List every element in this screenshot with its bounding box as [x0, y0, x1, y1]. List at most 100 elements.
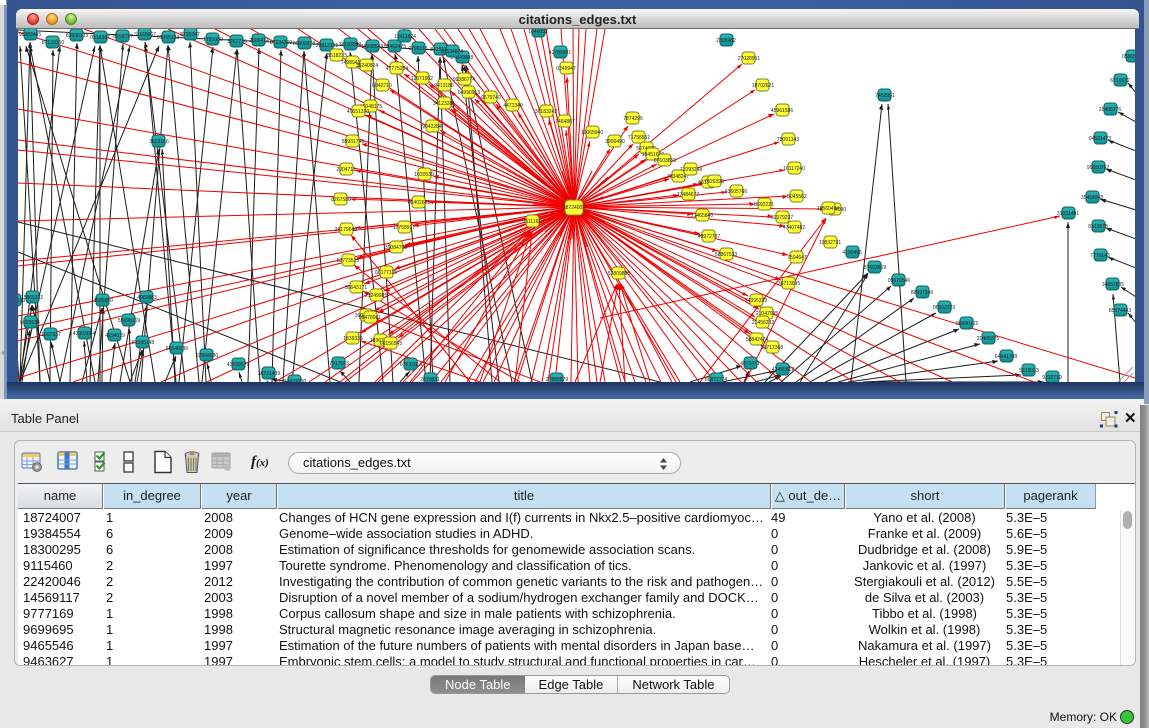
- svg-text:6716572: 6716572: [1110, 78, 1130, 84]
- svg-text:69379237: 69379237: [771, 215, 793, 221]
- svg-text:43455812: 43455812: [772, 367, 794, 373]
- svg-text:7111161: 7111161: [523, 219, 542, 225]
- svg-text:1839335: 1839335: [343, 336, 363, 342]
- svg-text:1781080: 1781080: [203, 37, 223, 43]
- svg-text:0799118: 0799118: [408, 46, 427, 52]
- svg-text:9042284: 9042284: [422, 124, 442, 130]
- svg-text:27484677: 27484677: [677, 192, 699, 198]
- svg-text:16560494: 16560494: [817, 206, 839, 212]
- svg-text:4471349: 4471349: [503, 103, 523, 109]
- svg-text:8299737: 8299737: [113, 34, 133, 40]
- svg-text:66156545: 66156545: [380, 341, 402, 347]
- svg-text:12411824: 12411824: [394, 34, 416, 40]
- svg-text:53462475: 53462475: [384, 44, 406, 50]
- svg-text:36183242: 36183242: [535, 109, 557, 115]
- svg-text:58867533: 58867533: [715, 252, 737, 258]
- svg-text:87234309: 87234309: [270, 40, 292, 46]
- svg-text:64641708: 64641708: [995, 354, 1017, 360]
- svg-text:83930103: 83930103: [66, 33, 88, 39]
- svg-text:4294019: 4294019: [105, 333, 125, 339]
- svg-text:31165667: 31165667: [134, 32, 156, 38]
- svg-text:3267736: 3267736: [227, 39, 247, 45]
- svg-text:36193990: 36193990: [339, 42, 361, 48]
- svg-text:7770143: 7770143: [1090, 253, 1110, 259]
- svg-text:13433200: 13433200: [284, 379, 306, 382]
- svg-text:7874296: 7874296: [623, 116, 643, 122]
- svg-text:62994680: 62994680: [196, 353, 218, 359]
- svg-text:99650752: 99650752: [1087, 165, 1109, 171]
- svg-text:80500978: 80500978: [293, 41, 315, 47]
- svg-text:16998543: 16998543: [361, 44, 383, 50]
- svg-text:53773515: 53773515: [337, 258, 359, 264]
- svg-text:64990913: 64990913: [458, 90, 480, 96]
- svg-text:21249985: 21249985: [365, 293, 387, 299]
- svg-text:9232719: 9232719: [1042, 375, 1062, 381]
- svg-text:43303654: 43303654: [73, 331, 95, 337]
- svg-text:94531473: 94531473: [1089, 136, 1111, 142]
- svg-text:71756551: 71756551: [628, 135, 650, 141]
- svg-text:1607337: 1607337: [41, 332, 61, 338]
- svg-text:43699577: 43699577: [227, 362, 249, 368]
- svg-text:21456232: 21456232: [752, 320, 774, 326]
- svg-text:09670546: 09670546: [888, 278, 910, 284]
- svg-text:7594647: 7594647: [787, 255, 807, 261]
- svg-text:06990162: 06990162: [956, 321, 978, 327]
- svg-text:93534874: 93534874: [441, 49, 463, 55]
- svg-text:55698169: 55698169: [118, 318, 140, 324]
- svg-text:96383465: 96383465: [19, 32, 41, 38]
- svg-text:8692221: 8692221: [754, 202, 774, 208]
- svg-text:20465375: 20465375: [977, 336, 999, 342]
- svg-text:21465840: 21465840: [691, 213, 713, 219]
- svg-text:1020539: 1020539: [414, 172, 434, 178]
- svg-text:2805982: 2805982: [716, 38, 736, 44]
- svg-text:27028951: 27028951: [738, 56, 760, 62]
- svg-text:78091343: 78091343: [777, 137, 799, 143]
- svg-text:47775204: 47775204: [386, 66, 408, 72]
- svg-text:66177115: 66177115: [375, 270, 397, 276]
- svg-text:8726247: 8726247: [180, 32, 200, 38]
- svg-text:87133150: 87133150: [42, 40, 64, 46]
- svg-text:01065133: 01065133: [157, 35, 179, 41]
- svg-text:4873471: 4873471: [740, 361, 760, 367]
- svg-text:28498776: 28498776: [1099, 107, 1121, 113]
- svg-text:39084700: 39084700: [385, 245, 407, 251]
- svg-text:16117240: 16117240: [783, 166, 805, 172]
- svg-text:85931746: 85931746: [342, 139, 364, 145]
- svg-text:51712368: 51712368: [761, 345, 783, 351]
- svg-text:15869232: 15869232: [21, 295, 43, 301]
- svg-text:47407482: 47407482: [783, 225, 805, 231]
- svg-text:9413186: 9413186: [434, 83, 454, 89]
- svg-text:4586850: 4586850: [93, 298, 113, 304]
- svg-text:88937346: 88937346: [911, 290, 933, 296]
- svg-text:18724007: 18724007: [563, 205, 585, 211]
- svg-text:02402681: 02402681: [408, 200, 430, 206]
- svg-text:3990490: 3990490: [605, 139, 625, 145]
- svg-text:61595148: 61595148: [132, 340, 154, 346]
- svg-text:34123281: 34123281: [433, 101, 455, 107]
- svg-text:4190496: 4190496: [842, 250, 862, 256]
- svg-text:3623166: 3623166: [149, 139, 169, 145]
- svg-text:2870831: 2870831: [420, 377, 440, 382]
- svg-text:0518347: 0518347: [90, 35, 110, 41]
- svg-text:3518233: 3518233: [327, 53, 347, 59]
- svg-text:17758917: 17758917: [393, 225, 415, 231]
- svg-text:63605766: 63605766: [725, 189, 747, 195]
- svg-text:49651370: 49651370: [347, 109, 369, 115]
- svg-text:35454948: 35454948: [1081, 195, 1103, 201]
- svg-text:26179640: 26179640: [335, 227, 357, 233]
- svg-text:45961586: 45961586: [771, 108, 793, 114]
- svg-text:35240824: 35240824: [356, 63, 378, 69]
- svg-text:36713695: 36713695: [778, 281, 800, 287]
- svg-text:18702621: 18702621: [752, 83, 774, 89]
- svg-text:0842710: 0842710: [372, 83, 392, 89]
- svg-text:42786801: 42786801: [549, 50, 571, 56]
- svg-text:19832731: 19832731: [819, 240, 841, 246]
- svg-text:34957885: 34957885: [1102, 282, 1124, 288]
- svg-text:99386774: 99386774: [453, 77, 475, 83]
- svg-text:0249947: 0249947: [556, 66, 576, 72]
- svg-text:27889579: 27889579: [546, 377, 568, 382]
- svg-text:86872774: 86872774: [705, 377, 727, 382]
- svg-text:50643171: 50643171: [345, 285, 367, 291]
- svg-text:67632016: 67632016: [400, 362, 422, 368]
- svg-text:7464887: 7464887: [555, 119, 575, 125]
